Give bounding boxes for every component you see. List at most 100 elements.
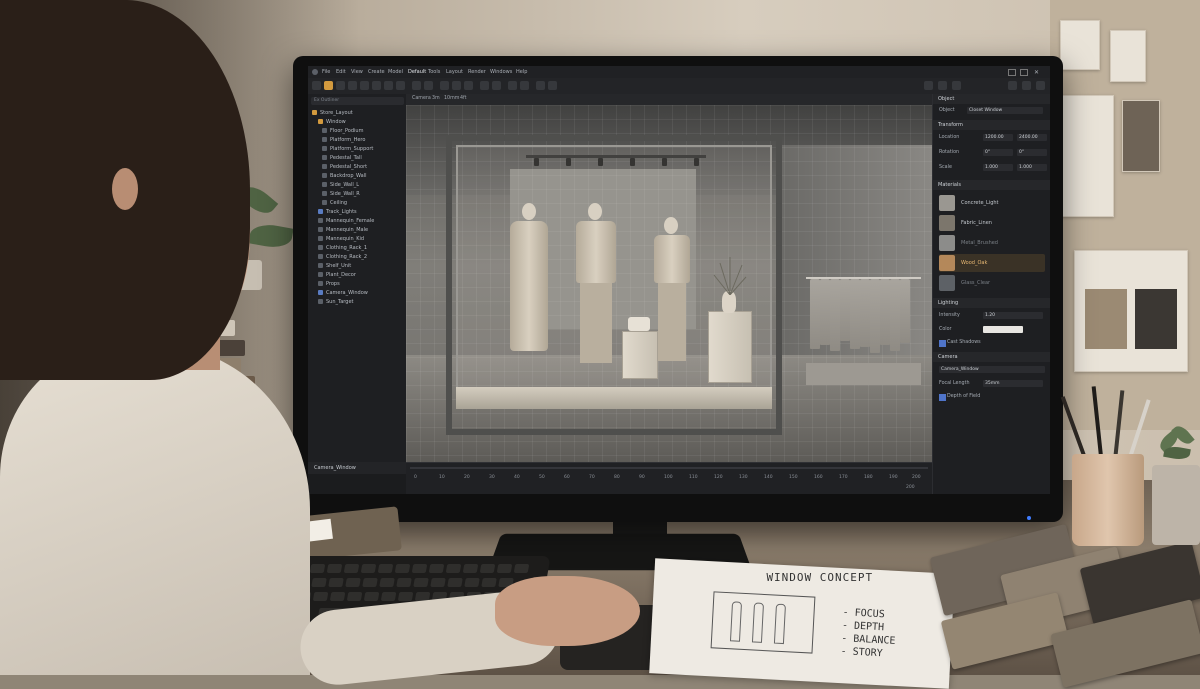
- stop-icon[interactable]: [548, 81, 557, 90]
- outliner-selected[interactable]: Camera_Window: [308, 462, 412, 474]
- outliner-item[interactable]: Window: [318, 118, 346, 127]
- play-icon[interactable]: [536, 81, 545, 90]
- outliner-item[interactable]: Pedestal_Short: [322, 163, 367, 172]
- group-icon[interactable]: [520, 81, 529, 90]
- material-icon[interactable]: [452, 81, 461, 90]
- outliner-item[interactable]: Floor_Podium: [322, 127, 363, 136]
- cast-shadows-checkbox[interactable]: [939, 340, 946, 347]
- menu-item[interactable]: Model: [388, 69, 403, 75]
- rotation-label: Rotation: [939, 150, 960, 155]
- outliner-item[interactable]: Side_Wall_L: [322, 181, 359, 190]
- history-icon[interactable]: [952, 81, 961, 90]
- outliner-item[interactable]: Sun_Target: [318, 298, 353, 307]
- outliner-item[interactable]: Platform_Hero: [322, 136, 365, 145]
- scale-x-field[interactable]: 1.000: [983, 164, 1013, 171]
- menu-item[interactable]: Tools: [428, 69, 440, 75]
- outliner-item[interactable]: Clothing_Rack_2: [318, 253, 367, 262]
- mood-board: [1050, 0, 1200, 430]
- object-name-field[interactable]: Closet Window: [967, 107, 1043, 114]
- texture-icon[interactable]: [464, 81, 473, 90]
- outliner-item[interactable]: Mannequin_Male: [318, 226, 368, 235]
- dof-checkbox[interactable]: [939, 394, 946, 401]
- grid-icon[interactable]: [372, 81, 381, 90]
- menu-item[interactable]: Windows: [490, 69, 512, 75]
- pinned-swatch-card: [1074, 250, 1188, 372]
- move-tool-icon[interactable]: [324, 81, 333, 90]
- screen: File Edit View Create Model Default Tool…: [308, 66, 1050, 494]
- outliner-item[interactable]: Pedestal_Tall: [322, 154, 362, 163]
- camera-section[interactable]: Camera: [933, 352, 1050, 362]
- display-window-frame: [446, 135, 782, 435]
- sphere-icon[interactable]: [396, 81, 405, 90]
- viewport[interactable]: Camera 3m 10mm 4ft: [406, 94, 932, 462]
- rotate-tool-icon[interactable]: [336, 81, 345, 90]
- scale-tool-icon[interactable]: [348, 81, 357, 90]
- color-swatch[interactable]: [983, 326, 1023, 333]
- menu-item[interactable]: View: [351, 69, 363, 75]
- transform-section[interactable]: Transform: [933, 120, 1050, 130]
- rotation-x-field[interactable]: 0°: [983, 149, 1013, 156]
- rotation-y-field[interactable]: 0°: [1017, 149, 1047, 156]
- minimize-icon[interactable]: [1008, 69, 1016, 76]
- menu-item[interactable]: Layout: [446, 69, 463, 75]
- menu-icon[interactable]: [1036, 81, 1045, 90]
- outliner-item[interactable]: Backdrop_Wall: [322, 172, 366, 181]
- outliner-item[interactable]: Track_Lights: [318, 208, 357, 217]
- timeline[interactable]: 0 10 20 30 40 50 60 70 80 90 100 110 120…: [406, 462, 932, 494]
- focal-length-field[interactable]: 35mm: [983, 380, 1043, 387]
- material-item[interactable]: Concrete_Light: [939, 194, 1045, 212]
- user-icon[interactable]: [1008, 81, 1017, 90]
- material-item[interactable]: Metal_Brushed: [939, 234, 1045, 252]
- close-icon[interactable]: ✕: [1034, 69, 1039, 76]
- layers-icon[interactable]: [938, 81, 947, 90]
- toolbar: [308, 78, 1050, 95]
- scale-y-field[interactable]: 1.000: [1017, 164, 1047, 171]
- viewport-tab[interactable]: 4ft: [460, 96, 467, 101]
- outliner-item[interactable]: Platform_Support: [322, 145, 373, 154]
- menu-item[interactable]: File: [322, 69, 330, 75]
- outliner-item[interactable]: Mannequin_Female: [318, 217, 374, 226]
- render-icon[interactable]: [440, 81, 449, 90]
- timeline-tick: 10: [439, 475, 445, 480]
- outliner-item[interactable]: Ceiling: [322, 199, 347, 208]
- outliner-item[interactable]: Clothing_Rack_1: [318, 244, 367, 253]
- location-x-field[interactable]: 1200.00: [983, 134, 1013, 141]
- timeline-tick: 40: [514, 475, 520, 480]
- menu-item[interactable]: Edit: [336, 69, 346, 75]
- snap-icon[interactable]: [360, 81, 369, 90]
- outliner-item[interactable]: Side_Wall_R: [322, 190, 360, 199]
- viewport-tab[interactable]: 3m: [432, 96, 440, 101]
- intensity-field[interactable]: 1.20: [983, 312, 1043, 319]
- settings-icon[interactable]: [924, 81, 933, 90]
- pinned-swatch: [1122, 100, 1160, 172]
- light-icon[interactable]: [412, 81, 421, 90]
- outliner-item[interactable]: Props: [318, 280, 340, 289]
- outliner-item[interactable]: Shelf_Unit: [318, 262, 351, 271]
- ear: [112, 168, 138, 210]
- camera-icon[interactable]: [424, 81, 433, 90]
- array-icon[interactable]: [508, 81, 517, 90]
- share-icon[interactable]: [1022, 81, 1031, 90]
- timeline-end[interactable]: 200: [906, 485, 915, 490]
- lighting-section[interactable]: Lighting: [933, 298, 1050, 308]
- cube-icon[interactable]: [384, 81, 393, 90]
- outliner-item[interactable]: Camera_Window: [318, 289, 368, 298]
- outliner-search[interactable]: Ex Outliner: [311, 97, 404, 105]
- material-item[interactable]: Fabric_Linen: [939, 214, 1045, 232]
- maximize-icon[interactable]: [1020, 69, 1028, 76]
- menu-item[interactable]: Help: [516, 69, 527, 75]
- outliner-item[interactable]: Plant_Decor: [318, 271, 356, 280]
- viewport-tab[interactable]: 10mm: [444, 96, 459, 101]
- menu-item[interactable]: Render: [468, 69, 486, 75]
- align-icon[interactable]: [480, 81, 489, 90]
- materials-section[interactable]: Materials: [933, 180, 1050, 190]
- material-item[interactable]: Glass_Clear: [939, 274, 1045, 292]
- viewport-tab[interactable]: Camera: [412, 96, 431, 101]
- camera-select[interactable]: Camera_Window: [939, 366, 1045, 373]
- menu-item[interactable]: Default: [408, 69, 426, 75]
- menu-item[interactable]: Create: [368, 69, 385, 75]
- mirror-icon[interactable]: [492, 81, 501, 90]
- outliner-item[interactable]: Mannequin_Kid: [318, 235, 364, 244]
- location-y-field[interactable]: 2400.00: [1017, 134, 1047, 141]
- material-item-selected[interactable]: Wood_Oak: [939, 254, 1045, 272]
